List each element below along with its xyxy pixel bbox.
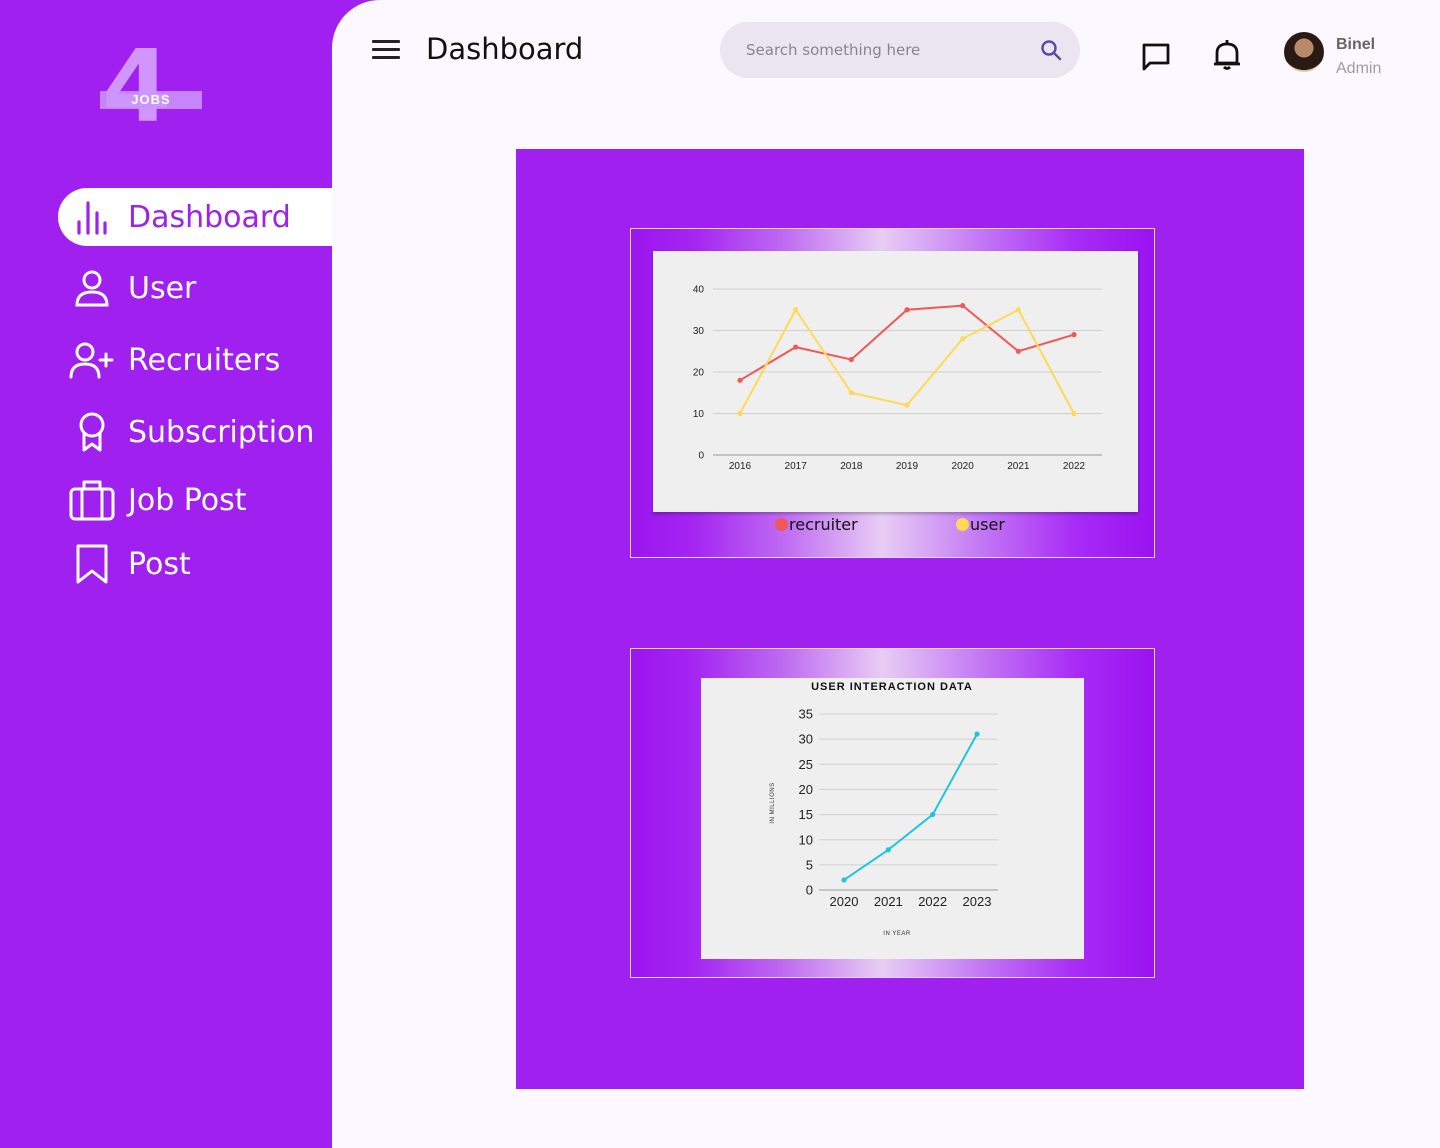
x-tick-label: 2020 [952,461,975,472]
user-interaction-line-chart: 0 5 10 15 20 25 30 35 2020 2021 2022 2023 USER INTER… [770,681,998,937]
y-tick-label: 0 [698,451,704,462]
menu-icon[interactable] [372,40,400,64]
x-axis-label: IN YEAR [883,931,911,937]
data-point [885,847,891,853]
x-tick-label: 2022 [918,894,947,909]
page-title: Dashboard [426,32,584,66]
data-point [1071,332,1077,338]
legend-item-user[interactable]: user [956,515,1005,534]
sidebar: 4 JOBS Dashboard User Recruiters Subscri… [0,0,340,1148]
briefcase-icon [68,476,116,524]
user-plus-icon [68,336,116,384]
user-icon [68,264,116,312]
recruiter-user-line-chart: 0 10 20 30 40 2016 2017 2018 2019 2020 2021 2022 [693,285,1102,472]
sidebar-item-label: Dashboard [128,199,291,235]
x-tick-label: 2022 [1063,461,1086,472]
y-tick-label: 15 [799,807,813,822]
data-point [848,356,854,363]
bell-icon[interactable] [1210,38,1244,72]
award-icon [68,408,116,456]
sidebar-item-dashboard[interactable]: Dashboard [58,188,340,246]
data-point [848,390,854,396]
legend-item-recruiter[interactable]: recruiter [775,515,858,534]
chart-legend: recruiter user [631,515,1156,539]
chart-area: 0 10 20 30 40 2016 2017 2018 2019 2020 2021 2022 [653,251,1138,512]
y-tick-label: 35 [799,707,813,722]
x-tick-label: 2020 [830,894,859,909]
y-tick-label: 0 [806,883,813,898]
search-icon[interactable] [1040,39,1062,61]
sidebar-item-post[interactable]: Post [58,535,340,593]
x-tick-label: 2016 [729,461,752,472]
data-point [1071,410,1077,417]
y-tick-label: 30 [693,326,705,337]
avatar[interactable] [1284,32,1324,72]
main-content: Dashboard Binel Admin 0 10 20 30 40 2016 2017 2… [332,0,1440,1148]
data-point [904,402,910,408]
series-line-0 [739,304,1075,382]
series-line-1 [739,307,1075,414]
data-point [737,377,743,383]
legend-label: user [970,515,1005,534]
data-point [960,303,966,309]
user-interaction-chart-card: 0 5 10 15 20 25 30 35 2020 2021 2022 2023 USER INTER… [630,648,1155,978]
x-tick-label: 2023 [963,894,992,909]
logo-number: 4 [102,28,172,145]
chart-area: 0 5 10 15 20 25 30 35 2020 2021 2022 2023 USER INTER… [701,678,1084,959]
jobs4-logo[interactable]: 4 JOBS [100,37,205,137]
logo-text: JOBS [100,91,202,109]
sidebar-item-label: Recruiters [128,342,281,378]
data-point [841,877,847,883]
data-point [1015,307,1021,313]
search-input[interactable] [746,22,1026,78]
y-tick-label: 20 [799,782,813,797]
legend-dot-user [956,518,969,531]
x-tick-label: 2021 [1007,461,1030,472]
chat-icon[interactable] [1140,40,1172,72]
data-point [1015,348,1021,354]
sidebar-item-label: User [128,270,197,306]
data-point [904,307,910,313]
y-tick-label: 10 [799,832,813,847]
sidebar-item-label: Job Post [128,482,247,518]
sidebar-item-user[interactable]: User [58,259,340,317]
series-line-0 [843,733,978,881]
x-tick-label: 2021 [874,894,903,909]
y-axis-label: IN MILLIONS [770,782,776,823]
data-point [960,336,966,342]
sidebar-item-job-post[interactable]: Job Post [58,471,340,529]
x-tick-label: 2017 [785,461,808,472]
user-name: Binel [1336,36,1376,53]
search-bar [720,22,1080,78]
x-tick-label: 2019 [896,461,919,472]
legend-label: recruiter [789,515,858,534]
y-tick-label: 40 [693,285,705,296]
recruiter-user-chart-card: 0 10 20 30 40 2016 2017 2018 2019 2020 2021 2022 re… [630,228,1155,558]
y-tick-label: 20 [693,368,705,379]
data-point [793,307,799,313]
y-tick-label: 25 [799,757,813,772]
y-tick-label: 10 [693,409,705,420]
data-point [793,344,799,350]
bookmark-icon [68,540,116,588]
user-role: Admin [1336,60,1382,77]
data-point [974,731,980,737]
sidebar-item-subscription[interactable]: Subscription [58,403,340,461]
data-point [930,811,936,818]
y-tick-label: 5 [806,857,813,872]
x-tick-label: 2018 [840,461,863,472]
data-point [737,410,743,417]
chart-title: USER INTERACTION DATA [811,681,973,693]
sidebar-item-label: Post [128,546,191,582]
y-tick-label: 30 [799,732,813,747]
dashboard-panel: 0 10 20 30 40 2016 2017 2018 2019 2020 2021 2022 re… [516,149,1304,1089]
sidebar-item-label: Subscription [128,414,315,450]
bar-chart-icon [68,193,116,241]
sidebar-item-recruiters[interactable]: Recruiters [58,331,340,389]
legend-dot-recruiter [775,518,788,531]
